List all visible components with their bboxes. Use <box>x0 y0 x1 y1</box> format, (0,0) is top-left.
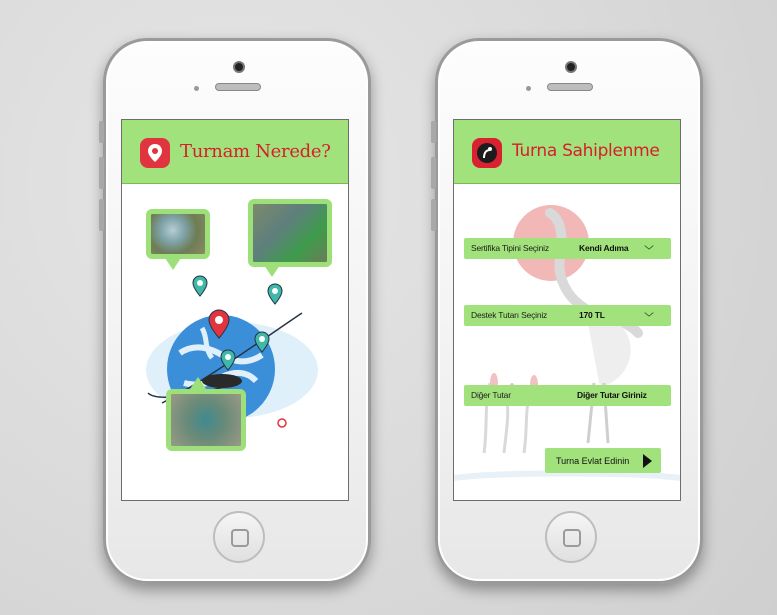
certificate-type-label: Sertifika Tipini Seçiniz <box>471 243 549 253</box>
mute-switch <box>431 121 436 143</box>
home-button[interactable] <box>213 511 265 563</box>
sensor-dot <box>526 86 531 91</box>
location-pin-icon <box>140 138 170 168</box>
front-camera <box>565 61 577 73</box>
earpiece-speaker <box>215 83 261 91</box>
satellite-thumbnail[interactable] <box>166 389 246 451</box>
other-amount-label: Diğer Tutar <box>471 390 511 400</box>
map-pin-icon[interactable] <box>254 331 270 353</box>
page-title: Turna Sahiplenme <box>512 141 660 161</box>
phone-mockup-left: Turnam Nerede? <box>99 38 371 584</box>
location-pin-icon[interactable] <box>208 309 230 339</box>
phone-mockup-right: Turna Sahiplenme Sertifika Tipini Seçini… <box>431 38 703 584</box>
other-amount-field[interactable]: Diğer Tutar Diğer Tutar Giriniz <box>464 385 671 406</box>
mute-switch <box>99 121 104 143</box>
volume-down-button <box>99 199 104 231</box>
thumbnail-pointer <box>165 258 181 270</box>
app-header: Turnam Nerede? <box>122 120 348 184</box>
adopt-crane-label: Turna Evlat Edinin <box>556 456 630 466</box>
crane-location-map[interactable] <box>122 183 348 500</box>
satellite-thumbnail[interactable] <box>146 209 210 259</box>
certificate-type-select[interactable]: Sertifika Tipini Seçiniz Kendi Adıma <box>464 238 671 259</box>
chevron-down-icon[interactable] <box>644 309 654 319</box>
adopt-crane-button[interactable]: Turna Evlat Edinin <box>545 448 661 473</box>
thumbnail-pointer <box>190 377 206 389</box>
earpiece-speaker <box>547 83 593 91</box>
page-title: Turnam Nerede? <box>180 141 331 162</box>
support-amount-select[interactable]: Destek Tutarı Seçiniz 170 TL <box>464 305 671 326</box>
satellite-thumbnail[interactable] <box>248 199 332 267</box>
screen-turna-sahiplenme: Turna Sahiplenme Sertifika Tipini Seçini… <box>453 119 681 501</box>
certificate-type-value: Kendi Adıma <box>579 243 629 253</box>
chevron-down-icon[interactable] <box>644 242 654 252</box>
crane-logo-icon <box>472 138 502 168</box>
volume-up-button <box>99 157 104 189</box>
play-arrow-icon <box>643 454 652 468</box>
map-pin-icon[interactable] <box>192 275 208 297</box>
home-button[interactable] <box>545 511 597 563</box>
sensor-dot <box>194 86 199 91</box>
map-pin-icon[interactable] <box>267 283 283 305</box>
other-amount-input[interactable]: Diğer Tutar Giriniz <box>577 390 647 400</box>
volume-up-button <box>431 157 436 189</box>
screen-turnam-nerede: Turnam Nerede? <box>121 119 349 501</box>
app-header: Turna Sahiplenme <box>454 120 680 184</box>
support-amount-label: Destek Tutarı Seçiniz <box>471 310 548 320</box>
thumbnail-pointer <box>264 265 280 277</box>
map-pin-icon[interactable] <box>220 349 236 371</box>
volume-down-button <box>431 199 436 231</box>
home-square-icon <box>231 529 249 547</box>
support-amount-value: 170 TL <box>579 310 605 320</box>
front-camera <box>233 61 245 73</box>
home-square-icon <box>563 529 581 547</box>
